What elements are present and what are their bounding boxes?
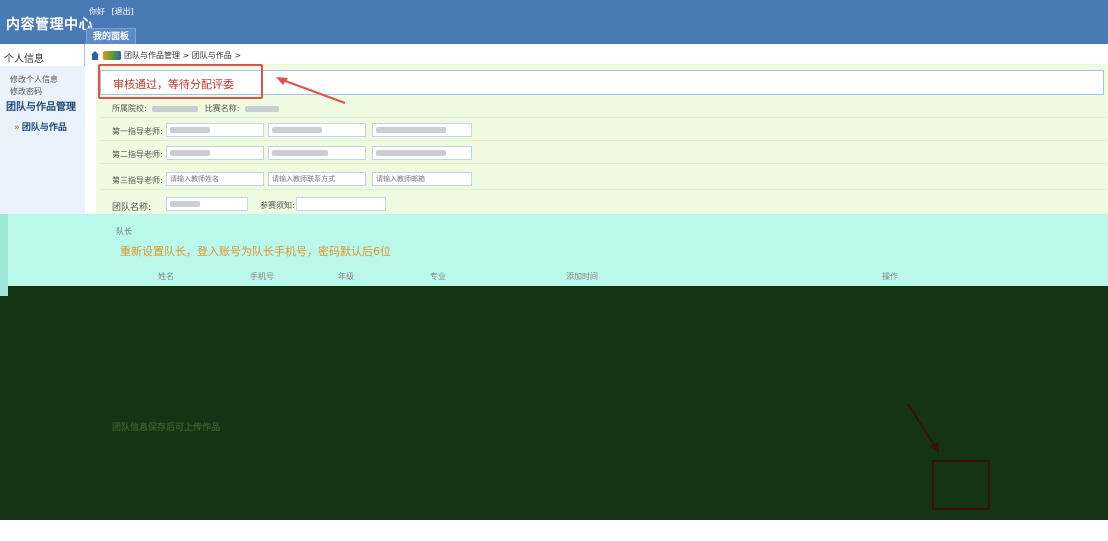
col-header-action: 操作 <box>882 272 898 281</box>
upload-highlight-box[interactable] <box>932 460 990 510</box>
contestant-note-label: 参赛须知: <box>260 201 295 210</box>
form-row-team: 团队名称: 参赛须知: <box>100 195 1108 215</box>
sidebar-section-personal[interactable]: 个人信息 <box>0 50 85 66</box>
team-name-input[interactable] <box>166 197 248 211</box>
advisor3-label: 第三指导老师: <box>112 176 163 185</box>
contestant-note-input[interactable] <box>296 197 386 211</box>
school-label-text: 所属院校: <box>112 104 147 113</box>
app-title: 内容管理中心 <box>6 17 93 33</box>
advisor2-phone-input[interactable] <box>268 146 366 160</box>
advisor3-phone-input[interactable]: 请输入教师联系方式 <box>268 172 366 186</box>
greeting-text: 你好 <box>89 7 105 16</box>
sidebar-item-team-works[interactable]: » 团队与作品 <box>14 120 67 133</box>
form-row-advisor3: 第三指导老师: 请输入教师姓名 请输入教师联系方式 请输入教师邮箱 <box>100 170 1108 190</box>
works-save-note: 团队信息保存后可上传作品 <box>112 423 221 433</box>
top-header: 内容管理中心 你好 [退出] 我的面板 <box>0 0 1108 44</box>
greeting-bar: 你好 [退出] <box>89 6 134 17</box>
col-header-phone: 手机号 <box>250 272 274 281</box>
sidebar-section-team[interactable]: 团队与作品管理 <box>6 98 76 113</box>
tab-my-panel[interactable]: 我的面板 <box>86 28 137 44</box>
page-bottom <box>0 520 1108 541</box>
sidebar-item-edit-profile[interactable]: 修改个人信息 <box>10 74 58 85</box>
logout-link[interactable]: [退出] <box>112 7 134 16</box>
advisor2-email-input[interactable] <box>372 146 472 160</box>
leader-section-edge <box>0 214 8 296</box>
arrow-icon: » <box>14 123 20 133</box>
contest-value <box>245 105 280 112</box>
advisor1-label: 第一指导老师: <box>112 127 163 136</box>
form-row-advisor2: 第二指导老师: <box>100 144 1108 164</box>
advisor2-name-input[interactable] <box>166 146 264 160</box>
advisor2-label: 第二指导老师: <box>112 150 163 159</box>
advisor1-email-input[interactable] <box>372 123 472 137</box>
col-header-major: 专业 <box>430 272 446 281</box>
home-icon[interactable] <box>90 51 100 60</box>
col-header-name: 姓名 <box>158 272 174 281</box>
leader-section-label: 队长 <box>116 227 132 236</box>
app-root: 内容管理中心 你好 [退出] 我的面板 个人信息 修改个人信息 修改密码 团队与… <box>0 0 1108 541</box>
advisor3-name-input[interactable]: 请输入教师姓名 <box>166 172 264 186</box>
form-row-school: 所属院校: 比赛名称: <box>100 98 1108 118</box>
leader-reset-note[interactable]: 重新设置队长，登入账号为队长手机号，密码默认后6位 <box>120 243 391 259</box>
contest-label: 比赛名称: <box>204 104 240 113</box>
breadcrumb-trail: 团队与作品管理 > 团队与作品 > <box>124 51 242 60</box>
sidebar-item-label: 团队与作品 <box>21 123 67 133</box>
form-row-advisor1: 第一指导老师: <box>100 121 1108 141</box>
col-header-added-time: 添加时间 <box>566 272 598 281</box>
col-header-grade: 年级 <box>338 272 354 281</box>
advisor1-phone-input[interactable] <box>268 123 366 137</box>
sidebar-item-change-password[interactable]: 修改密码 <box>10 86 42 97</box>
breadcrumb: 团队与作品管理 > 团队与作品 > <box>90 50 241 61</box>
advisor3-email-input[interactable]: 请输入教师邮箱 <box>372 172 472 186</box>
school-label: 所属院校: 比赛名称: <box>112 103 280 114</box>
sidebar-submenu: 修改个人信息 修改密码 团队与作品管理 » 团队与作品 <box>0 66 85 214</box>
team-name-label: 团队名称: <box>112 203 152 213</box>
site-logo-icon <box>103 51 121 60</box>
sidebar: 个人信息 修改个人信息 修改密码 团队与作品管理 » 团队与作品 <box>0 44 85 214</box>
advisor1-name-input[interactable] <box>166 123 264 137</box>
school-value <box>152 105 199 112</box>
highlight-box <box>98 64 263 99</box>
